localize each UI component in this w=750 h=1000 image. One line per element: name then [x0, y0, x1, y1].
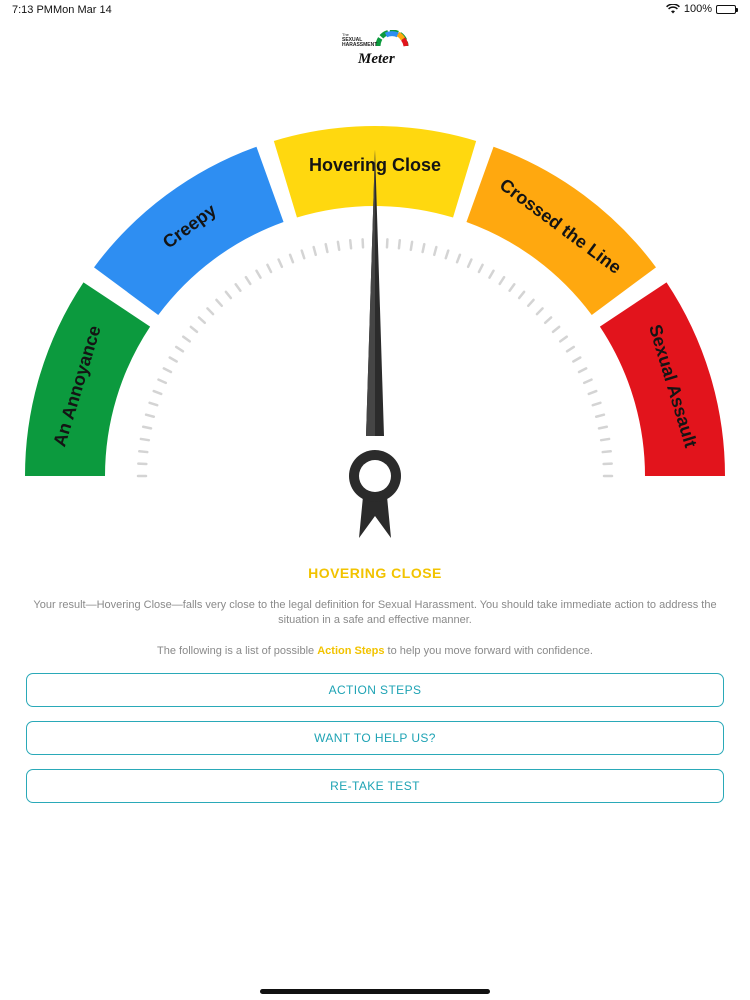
steps-suffix: to help you move forward with confidence…: [384, 645, 593, 657]
steps-prefix: The following is a list of possible: [157, 645, 318, 657]
retake-test-button[interactable]: RE-TAKE TEST: [26, 769, 724, 803]
gauge-needle: [349, 150, 401, 538]
result-title: HOVERING CLOSE: [308, 565, 442, 581]
result-description: Your result—Hovering Close—falls very cl…: [33, 599, 717, 626]
home-indicator: [260, 989, 490, 994]
action-steps-link[interactable]: Action Steps: [317, 645, 384, 657]
harassment-meter-gauge: An AnnoyanceCreepyHovering CloseCrossed …: [25, 126, 725, 538]
action-steps-button[interactable]: ACTION STEPS: [26, 673, 724, 707]
action-steps-intro: The following is a list of possible Acti…: [25, 645, 725, 657]
want-to-help-button[interactable]: WANT TO HELP US?: [26, 721, 724, 755]
